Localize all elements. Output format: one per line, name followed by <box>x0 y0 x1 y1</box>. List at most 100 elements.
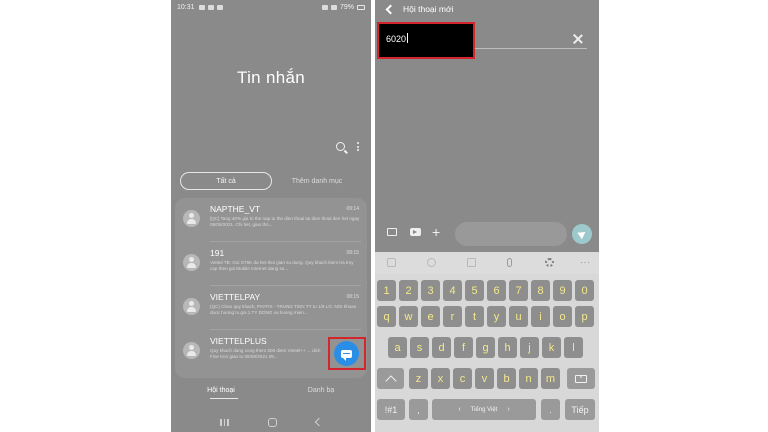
clear-icon[interactable] <box>573 34 583 44</box>
key-f[interactable]: f <box>454 337 473 358</box>
recent-apps-icon[interactable] <box>220 418 229 426</box>
period-key[interactable]: . <box>541 399 560 420</box>
key-u[interactable]: u <box>509 306 528 327</box>
enter-key[interactable]: Tiếp <box>565 399 595 420</box>
signal-icon <box>330 4 337 10</box>
notification-icon <box>216 4 223 10</box>
notification-icon <box>198 4 205 10</box>
key-x[interactable]: x <box>431 368 450 389</box>
key-z[interactable]: z <box>409 368 428 389</box>
key-0[interactable]: 0 <box>575 280 594 301</box>
key-h[interactable]: h <box>498 337 517 358</box>
comma-key[interactable]: , <box>409 399 428 420</box>
key-d[interactable]: d <box>432 337 451 358</box>
key-j[interactable]: j <box>520 337 539 358</box>
battery-icon <box>357 4 365 10</box>
key-o[interactable]: o <box>553 306 572 327</box>
conversation-name: VIETTELPAY <box>210 292 261 302</box>
text-caret <box>407 33 409 43</box>
image-icon[interactable] <box>387 228 397 236</box>
status-bar: 10:31 79% <box>171 0 371 14</box>
space-key[interactable]: ‹ Tiếng Việt › <box>432 399 536 420</box>
tab-conversations[interactable]: Hội thoại <box>171 387 271 394</box>
key-9[interactable]: 9 <box>553 280 572 301</box>
emoji-icon[interactable] <box>427 258 436 267</box>
key-m[interactable]: m <box>541 368 560 389</box>
video-icon[interactable] <box>410 228 421 236</box>
keyboard: ··· 1234567890 qwertyuiop asdfghjkl zxcvbnm… <box>375 252 599 432</box>
key-7[interactable]: 7 <box>509 280 528 301</box>
settings-icon[interactable] <box>545 258 554 267</box>
home-icon[interactable] <box>267 417 277 427</box>
send-button[interactable] <box>572 224 592 244</box>
message-input[interactable] <box>455 222 567 246</box>
key-w[interactable]: w <box>399 306 418 327</box>
symbols-key[interactable]: !#1 <box>377 399 405 420</box>
new-message-button[interactable] <box>334 341 359 366</box>
key-l[interactable]: l <box>564 337 583 358</box>
key-2[interactable]: 2 <box>399 280 418 301</box>
key-r[interactable]: r <box>443 306 462 327</box>
key-4[interactable]: 4 <box>443 280 462 301</box>
compose-message-icon <box>341 349 352 361</box>
category-filter: Tất cả Thêm danh mục <box>180 172 362 190</box>
backspace-key[interactable]: × <box>567 368 595 389</box>
back-icon[interactable] <box>314 417 323 427</box>
wifi-icon <box>321 4 328 10</box>
active-tab-indicator <box>210 398 238 399</box>
add-category-button[interactable]: Thêm danh mục <box>272 178 362 185</box>
battery-percent: 79% <box>339 3 354 11</box>
key-e[interactable]: e <box>421 306 440 327</box>
system-nav-bar <box>171 412 371 432</box>
key-g[interactable]: g <box>476 337 495 358</box>
recipient-field-highlight[interactable]: 6020 <box>377 22 475 59</box>
conversation-item[interactable]: VIETTELPAY 08:15 (QC) Chao quy khach, PA… <box>175 286 367 330</box>
conversation-item[interactable]: 191 08:15 Viettel TB: Goi ST5K da het th… <box>175 242 367 286</box>
tab-contacts[interactable]: Danh bạ <box>271 387 371 394</box>
key-i[interactable]: i <box>531 306 550 327</box>
key-y[interactable]: y <box>487 306 506 327</box>
key-b[interactable]: b <box>497 368 516 389</box>
recipient-underline <box>475 48 587 49</box>
key-q[interactable]: q <box>377 306 396 327</box>
keyboard-layout-icon[interactable] <box>467 258 476 267</box>
new-conversation-screen: Hội thoại mới 6020 + ··· 1234567890 qwert… <box>375 0 599 432</box>
more-icon[interactable]: ··· <box>580 259 590 267</box>
key-8[interactable]: 8 <box>531 280 550 301</box>
conversation-time: 09:14 <box>346 206 359 212</box>
key-s[interactable]: s <box>410 337 429 358</box>
key-n[interactable]: n <box>519 368 538 389</box>
key-3[interactable]: 3 <box>421 280 440 301</box>
key-p[interactable]: p <box>575 306 594 327</box>
contact-avatar-icon <box>183 210 200 227</box>
search-icon[interactable] <box>336 142 345 151</box>
list-toolbar <box>336 142 359 151</box>
lang-right-icon: › <box>507 406 510 413</box>
shift-key[interactable] <box>377 368 404 389</box>
conversation-item[interactable]: NAPTHE_VT 09:14 [QC] Tang 40% gia tri th… <box>175 198 367 242</box>
key-k[interactable]: k <box>542 337 561 358</box>
microphone-icon[interactable] <box>507 258 512 267</box>
key-1[interactable]: 1 <box>377 280 396 301</box>
more-options-icon[interactable] <box>357 142 359 151</box>
conversation-preview: [QC] Tang 40% gia tri the nap tu the die… <box>210 216 360 227</box>
back-arrow-icon[interactable] <box>385 4 396 14</box>
compose-bar: + <box>375 219 599 249</box>
contact-avatar-icon <box>183 254 200 271</box>
conversation-name: VIETTELPLUS <box>210 336 267 346</box>
key-a[interactable]: a <box>388 337 407 358</box>
key-5[interactable]: 5 <box>465 280 484 301</box>
key-t[interactable]: t <box>465 306 484 327</box>
plus-icon[interactable]: + <box>432 225 440 239</box>
key-6[interactable]: 6 <box>487 280 506 301</box>
system-icons: 79% <box>321 3 365 11</box>
sticker-icon[interactable] <box>387 258 396 267</box>
recipient-input[interactable]: 6020 <box>386 33 409 44</box>
key-v[interactable]: v <box>475 368 494 389</box>
conversation-time: 08:15 <box>346 294 359 300</box>
new-message-highlight <box>328 337 366 370</box>
key-c[interactable]: c <box>453 368 472 389</box>
notification-icon <box>207 4 214 10</box>
filter-all-chip[interactable]: Tất cả <box>180 172 272 190</box>
lang-left-icon: ‹ <box>458 406 461 413</box>
